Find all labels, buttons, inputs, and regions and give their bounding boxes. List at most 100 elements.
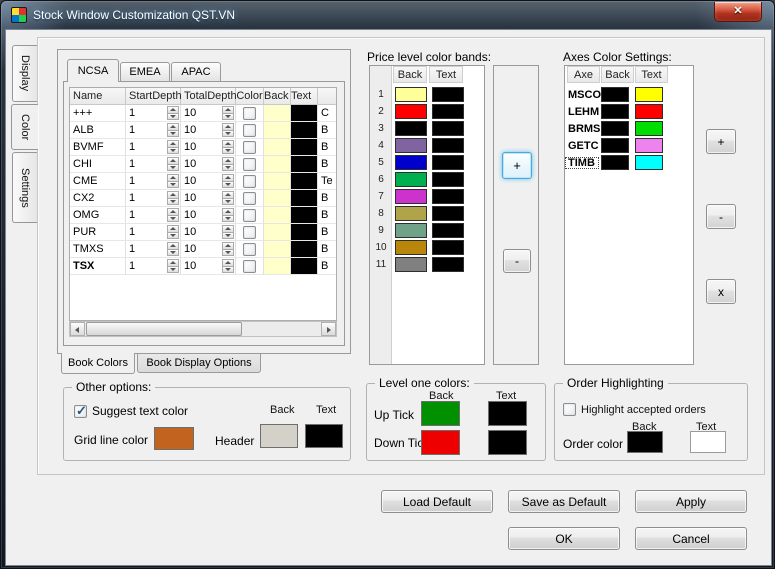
start-depth-cell[interactable]: 1 (126, 122, 181, 139)
tab-apac[interactable]: APAC (171, 62, 221, 81)
table-row[interactable]: BVMF 1 10 B (70, 139, 336, 156)
color-checkbox[interactable] (243, 242, 256, 256)
tab-book-display-options[interactable]: Book Display Options (137, 354, 261, 373)
band-back-swatch[interactable] (395, 172, 427, 187)
color-checkbox[interactable] (243, 157, 256, 171)
spin-down-icon[interactable] (222, 232, 234, 239)
start-depth-cell[interactable]: 1 (126, 258, 181, 275)
axe-name[interactable]: MSCO (565, 89, 601, 101)
back-color-swatch[interactable] (264, 139, 291, 156)
start-depth-cell[interactable]: 1 (126, 241, 181, 258)
back-color-swatch[interactable] (264, 105, 291, 122)
spin-up-icon[interactable] (167, 123, 179, 131)
axes-row[interactable]: MSCO (565, 86, 693, 103)
text-color-swatch[interactable] (291, 207, 318, 224)
band-text-swatch[interactable] (432, 257, 464, 272)
axe-name[interactable]: TIMB (565, 156, 599, 169)
axe-text-swatch[interactable] (635, 138, 663, 153)
band-back-swatch[interactable] (395, 223, 427, 238)
band-back-swatch[interactable] (395, 138, 427, 153)
spin-up-icon[interactable] (167, 174, 179, 182)
total-depth-spinner[interactable] (222, 259, 234, 273)
spin-down-icon[interactable] (167, 198, 179, 205)
band-back-swatch[interactable] (395, 206, 427, 221)
start-depth-cell[interactable]: 1 (126, 105, 181, 122)
band-row[interactable]: 8 (370, 205, 484, 222)
axe-text-swatch[interactable] (635, 121, 663, 136)
spin-down-icon[interactable] (167, 113, 179, 120)
axe-back-swatch[interactable] (601, 138, 629, 153)
text-color-swatch[interactable] (291, 173, 318, 190)
text-color-swatch[interactable] (291, 258, 318, 275)
band-row[interactable]: 10 (370, 239, 484, 256)
text-color-swatch[interactable] (291, 156, 318, 173)
total-depth-spinner[interactable] (222, 208, 234, 222)
text-color-swatch[interactable] (291, 224, 318, 241)
band-row[interactable]: 5 (370, 154, 484, 171)
start-depth-cell[interactable]: 1 (126, 207, 181, 224)
start-depth-cell[interactable]: 1 (126, 190, 181, 207)
scroll-left-icon[interactable] (70, 322, 85, 336)
spin-up-icon[interactable] (167, 106, 179, 114)
axe-name[interactable]: GETC (565, 140, 599, 152)
spin-up-icon[interactable] (222, 106, 234, 114)
start-depth-spinner[interactable] (167, 208, 179, 222)
table-row[interactable]: OMG 1 10 B (70, 207, 336, 224)
band-text-swatch[interactable] (432, 104, 464, 119)
axes-row[interactable]: BRMS (565, 120, 693, 137)
spin-down-icon[interactable] (222, 181, 234, 188)
scrollbar-thumb[interactable] (86, 322, 242, 336)
total-depth-cell[interactable]: 10 (181, 207, 236, 224)
start-depth-spinner[interactable] (167, 242, 179, 256)
band-text-swatch[interactable] (432, 223, 464, 238)
band-text-swatch[interactable] (432, 172, 464, 187)
band-text-swatch[interactable] (432, 138, 464, 153)
start-depth-spinner[interactable] (167, 157, 179, 171)
spin-down-icon[interactable] (222, 266, 234, 273)
cancel-button[interactable]: Cancel (635, 527, 747, 550)
table-row[interactable]: ALB 1 10 B (70, 122, 336, 139)
spin-up-icon[interactable] (222, 225, 234, 233)
down-tick-text-swatch[interactable] (488, 430, 527, 455)
spin-up-icon[interactable] (167, 191, 179, 199)
color-checkbox[interactable] (243, 140, 256, 154)
axe-text-swatch[interactable] (635, 104, 663, 119)
back-color-swatch[interactable] (264, 173, 291, 190)
up-tick-back-swatch[interactable] (421, 401, 460, 426)
axe-back-swatch[interactable] (601, 104, 629, 119)
table-row[interactable]: CX2 1 10 B (70, 190, 336, 207)
text-color-swatch[interactable] (291, 241, 318, 258)
band-row[interactable]: 6 (370, 171, 484, 188)
back-color-swatch[interactable] (264, 190, 291, 207)
remove-band-button[interactable]: - (503, 249, 531, 273)
spin-down-icon[interactable] (167, 164, 179, 171)
apply-button[interactable]: Apply (635, 490, 747, 513)
total-depth-cell[interactable]: 10 (181, 190, 236, 207)
load-default-button[interactable]: Load Default (381, 490, 493, 513)
axes-row[interactable]: LEHM (565, 103, 693, 120)
table-row[interactable]: PUR 1 10 B (70, 224, 336, 241)
band-row[interactable]: 7 (370, 188, 484, 205)
save-as-default-button[interactable]: Save as Default (508, 490, 620, 513)
spin-up-icon[interactable] (167, 208, 179, 216)
color-checkbox[interactable] (243, 191, 256, 205)
horizontal-scrollbar[interactable] (69, 321, 337, 337)
start-depth-spinner[interactable] (167, 174, 179, 188)
axe-back-swatch[interactable] (601, 121, 629, 136)
band-text-swatch[interactable] (432, 189, 464, 204)
spin-down-icon[interactable] (222, 198, 234, 205)
total-depth-cell[interactable]: 10 (181, 139, 236, 156)
total-depth-spinner[interactable] (222, 191, 234, 205)
up-tick-text-swatch[interactable] (488, 401, 527, 426)
table-row[interactable]: TSX 1 10 B (70, 258, 336, 275)
spin-up-icon[interactable] (222, 123, 234, 131)
spin-down-icon[interactable] (167, 181, 179, 188)
tab-emea[interactable]: EMEA (120, 62, 170, 81)
band-back-swatch[interactable] (395, 87, 427, 102)
suggest-text-color-checkbox[interactable] (74, 403, 87, 419)
total-depth-cell[interactable]: 10 (181, 241, 236, 258)
color-checkbox[interactable] (243, 259, 256, 273)
band-text-swatch[interactable] (432, 240, 464, 255)
start-depth-cell[interactable]: 1 (126, 173, 181, 190)
axe-text-swatch[interactable] (635, 155, 663, 170)
